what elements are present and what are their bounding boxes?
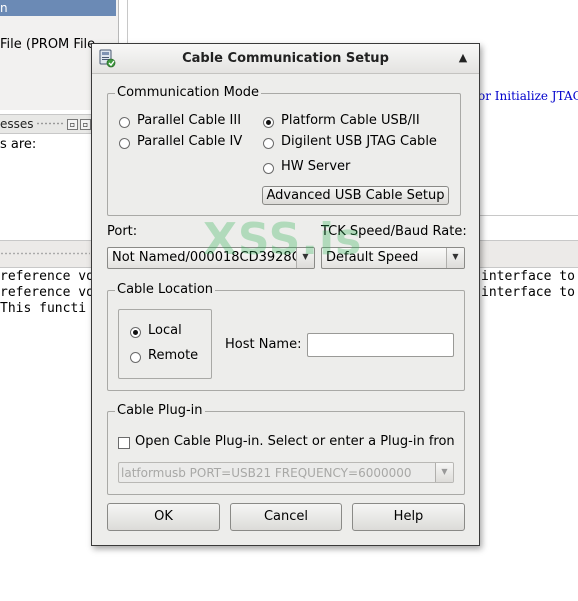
parallel-cable-iii-radio[interactable] bbox=[119, 117, 130, 128]
ok-button[interactable]: OK bbox=[107, 503, 220, 531]
console-line: interface to bbox=[481, 285, 575, 300]
processes-panel-text: s are: bbox=[0, 137, 37, 152]
open-cable-plugin-label[interactable]: Open Cable Plug-in. Select or enter a Pl… bbox=[135, 434, 455, 449]
panel-float-icon[interactable]: ▫ bbox=[67, 119, 78, 130]
watermark-text: XSS.is bbox=[203, 214, 363, 265]
tree-selected-item[interactable]: n bbox=[0, 0, 116, 16]
processes-panel-header: esses ▫ ▫ bbox=[0, 114, 92, 134]
cable-plugin-group: Cable Plug-in Open Cable Plug-in. Select… bbox=[107, 403, 465, 495]
processes-panel-title: esses bbox=[0, 117, 34, 131]
console-grip bbox=[0, 252, 90, 255]
host-name-input[interactable] bbox=[307, 333, 454, 357]
tree-item-prom-file[interactable]: File (PROM File bbox=[0, 37, 95, 52]
console-line: reference vo bbox=[0, 285, 94, 300]
help-button[interactable]: Help bbox=[352, 503, 465, 531]
parallel-cable-iii-label[interactable]: Parallel Cable III bbox=[137, 113, 241, 128]
parallel-cable-iv-radio[interactable] bbox=[119, 138, 130, 149]
panel-close-icon[interactable]: ▫ bbox=[80, 119, 91, 130]
digilent-usb-jtag-label[interactable]: Digilent USB JTAG Cable bbox=[281, 134, 437, 149]
host-name-label: Host Name: bbox=[225, 337, 302, 352]
dialog-title: Cable Communication Setup bbox=[182, 51, 389, 66]
local-radio[interactable] bbox=[130, 327, 141, 338]
hw-server-radio[interactable] bbox=[263, 163, 274, 174]
local-label[interactable]: Local bbox=[148, 323, 182, 338]
chevron-up-icon[interactable]: ▲ bbox=[456, 51, 470, 65]
console-line: interface to bbox=[481, 269, 575, 284]
platform-cable-usb-label[interactable]: Platform Cable USB/II bbox=[281, 113, 420, 128]
cable-communication-setup-dialog: Cable Communication Setup ▲ Communicatio… bbox=[91, 43, 480, 546]
initialize-jtag-link[interactable]: or Initialize JTAG bbox=[478, 89, 578, 103]
remote-label[interactable]: Remote bbox=[148, 348, 198, 363]
remote-radio[interactable] bbox=[130, 352, 141, 363]
console-line: This functi bbox=[0, 301, 87, 316]
cancel-button[interactable]: Cancel bbox=[230, 503, 342, 531]
open-cable-plugin-checkbox[interactable] bbox=[118, 437, 130, 449]
cable-location-legend: Cable Location bbox=[115, 282, 216, 298]
location-radio-box: Local Remote bbox=[118, 309, 212, 379]
communication-mode-group: Communication Mode Parallel Cable III Pa… bbox=[107, 85, 461, 216]
triangle-down-icon: ▼ bbox=[435, 463, 453, 482]
console-line: reference vo bbox=[0, 269, 94, 284]
port-label: Port: bbox=[107, 224, 138, 239]
triangle-down-icon[interactable]: ▼ bbox=[446, 248, 464, 268]
parallel-cable-iv-label[interactable]: Parallel Cable IV bbox=[137, 134, 242, 149]
plugin-select-value: latformusb PORT=USB21 FREQUENCY=6000000 bbox=[121, 466, 412, 480]
panel-grip bbox=[36, 122, 64, 125]
cable-plugin-legend: Cable Plug-in bbox=[115, 403, 205, 419]
advanced-usb-cable-setup-button[interactable]: Advanced USB Cable Setup bbox=[262, 186, 449, 205]
dialog-titlebar[interactable]: Cable Communication Setup ▲ bbox=[92, 44, 479, 74]
hw-server-label[interactable]: HW Server bbox=[281, 159, 350, 174]
plugin-select: latformusb PORT=USB21 FREQUENCY=6000000 … bbox=[118, 462, 454, 483]
cable-location-group: Cable Location Local Remote Host Name: bbox=[107, 282, 465, 391]
platform-cable-usb-radio[interactable] bbox=[263, 117, 274, 128]
communication-mode-legend: Communication Mode bbox=[115, 85, 262, 101]
digilent-usb-jtag-radio[interactable] bbox=[263, 138, 274, 149]
